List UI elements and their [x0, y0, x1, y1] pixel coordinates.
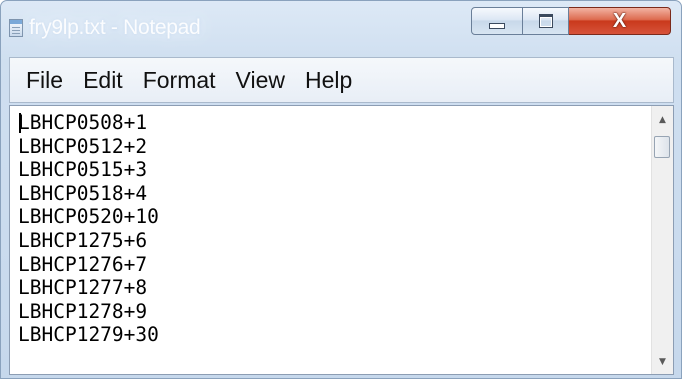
menu-edit[interactable]: Edit [73, 58, 133, 102]
minimize-button[interactable] [471, 7, 523, 35]
text-line: LBHCP0518+4 [18, 181, 148, 205]
text-caret [19, 113, 21, 133]
scroll-thumb[interactable] [654, 136, 670, 158]
title-bar[interactable]: fry9lp.txt - Notepad X [1, 1, 681, 53]
scroll-up-arrow-icon[interactable]: ▲ [652, 110, 673, 130]
text-line: LBHCP1277+8 [18, 276, 148, 300]
notepad-window: fry9lp.txt - Notepad X File Edit Format … [0, 0, 682, 379]
text-line: LBHCP0520+10 [18, 205, 159, 229]
notepad-icon[interactable] [9, 19, 23, 37]
close-icon: X [612, 9, 627, 32]
window-title: fry9lp.txt - Notepad [29, 16, 201, 39]
text-line: LBHCP1278+9 [18, 299, 148, 323]
text-line: LBHCP0512+2 [18, 134, 148, 158]
text-line: LBHCP1276+7 [18, 252, 148, 276]
text-line: LBHCP0508+1 [18, 111, 148, 134]
vertical-scrollbar[interactable]: ▲ ▼ [651, 106, 673, 374]
text-line: LBHCP1275+6 [18, 228, 148, 252]
text-line: LBHCP0515+3 [18, 158, 148, 182]
menu-view[interactable]: View [226, 58, 295, 102]
minimize-icon [489, 23, 505, 29]
maximize-icon [538, 14, 553, 28]
text-content[interactable]: LBHCP0508+1 LBHCP0512+2 LBHCP0515+3 LBHC… [10, 106, 652, 374]
menu-help[interactable]: Help [295, 58, 362, 102]
text-line: LBHCP1279+30 [18, 323, 159, 347]
scroll-down-arrow-icon[interactable]: ▼ [652, 352, 673, 372]
close-button[interactable]: X [569, 7, 671, 35]
maximize-button[interactable] [523, 7, 569, 35]
window-controls: X [471, 7, 671, 37]
menu-file[interactable]: File [16, 58, 73, 102]
text-editor[interactable]: LBHCP0508+1 LBHCP0512+2 LBHCP0515+3 LBHC… [9, 105, 674, 375]
menu-bar: File Edit Format View Help [9, 57, 674, 103]
menu-format[interactable]: Format [133, 58, 226, 102]
